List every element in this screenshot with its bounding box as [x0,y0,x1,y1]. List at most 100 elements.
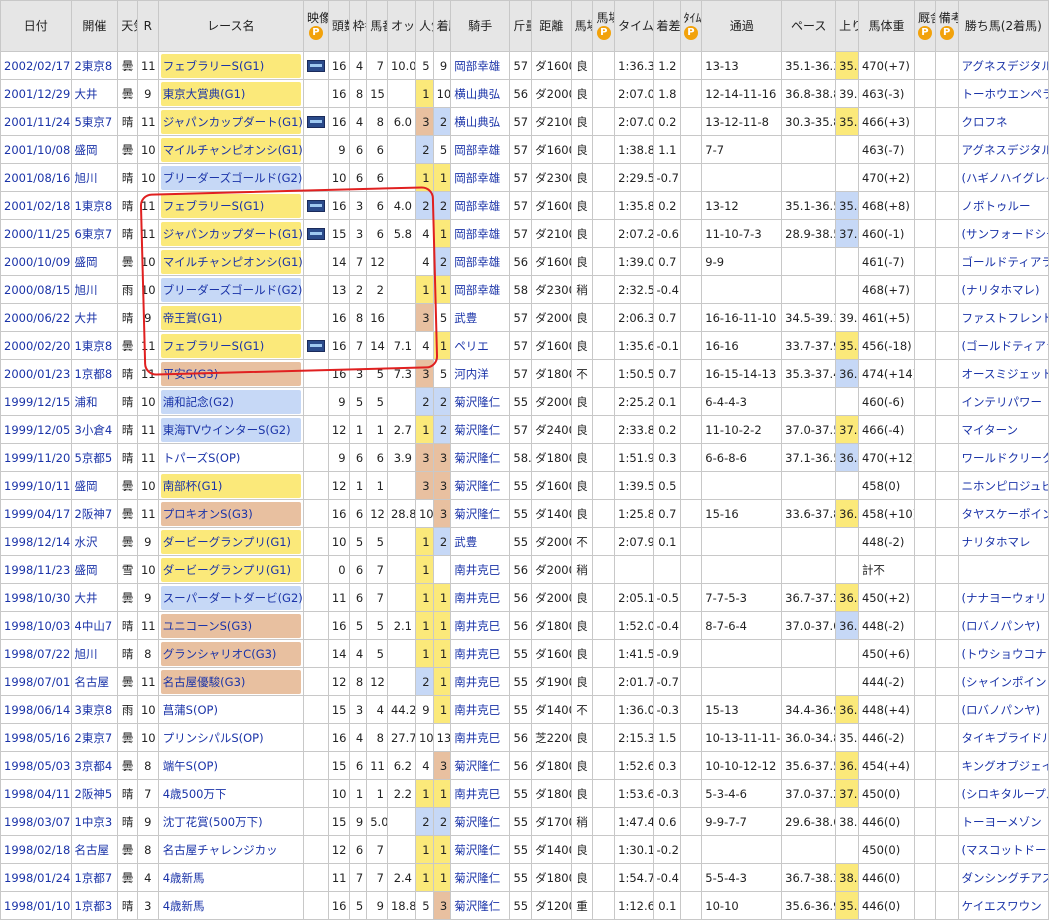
header-popularity[interactable]: 人気 [414,0,434,52]
header-race-name[interactable]: レース名 [157,0,304,52]
race-name-link[interactable]: フェブラリーS(G1) [160,53,301,78]
race-name-link[interactable]: グランシャリオC(G3) [160,641,301,666]
date-link[interactable]: 1998/07/22 [0,639,72,668]
header-passing[interactable]: 通過 [701,0,783,52]
header-odds[interactable]: オッズ [386,0,416,52]
header-venue[interactable]: 開催 [70,0,119,52]
venue-link[interactable]: 2東京7 [70,723,119,752]
header-comment[interactable]: 厩舎ｺﾒﾝﾄP [913,0,936,52]
winner-link[interactable]: ワールドクリーク [957,443,1049,472]
venue-link[interactable]: 1中京3 [70,807,119,836]
date-link[interactable]: 1999/12/05 [0,415,72,444]
header-winner[interactable]: 勝ち馬(2着馬) [957,0,1049,52]
jockey-link[interactable]: 南井克巳 [450,555,511,584]
date-link[interactable]: 1998/02/18 [0,835,72,864]
race-name-link[interactable]: 4歳500万下 [161,782,301,806]
header-weight-carried[interactable]: 斤量 [509,0,533,52]
venue-link[interactable]: 大井 [70,583,119,612]
header-pace[interactable]: ペース [781,0,837,52]
header-date[interactable]: 日付 [0,0,72,52]
winner-link[interactable]: ゴールドティアラ [957,247,1049,276]
jockey-link[interactable]: 菊沢隆仁 [450,891,511,920]
jockey-link[interactable]: 南井克巳 [450,779,511,808]
header-weather[interactable]: 天気 [117,0,138,52]
jockey-link[interactable]: 南井克巳 [450,639,511,668]
date-link[interactable]: 1998/10/30 [0,583,72,612]
winner-link[interactable]: ダンシングチアズ [957,863,1049,892]
winner-link[interactable]: アグネスデジタル [957,135,1049,164]
winner-link[interactable]: アグネスデジタル [957,51,1049,80]
race-name-link[interactable]: プリンシパルS(OP) [161,726,301,750]
winner-link[interactable]: タヤスケーポイント [957,499,1049,528]
header-body-weight[interactable]: 馬体重 [857,0,915,52]
jockey-link[interactable]: 南井克巳 [450,667,511,696]
winner-link[interactable]: タイキブライドル [957,723,1049,752]
winner-link[interactable]: ケイエスワウン [957,891,1049,920]
venue-link[interactable]: 浦和 [70,387,119,416]
winner-link[interactable]: ニホンピロジュピタ [957,471,1049,500]
jockey-link[interactable]: 岡部幸雄 [450,191,511,220]
date-link[interactable]: 2000/01/23 [0,359,72,388]
jockey-link[interactable]: 菊沢隆仁 [450,387,511,416]
jockey-link[interactable]: 菊沢隆仁 [450,415,511,444]
winner-link[interactable]: (サンフォードシチー) [957,219,1049,248]
winner-link[interactable]: クロフネ [957,107,1049,136]
winner-link[interactable]: (シャインポイント) [957,667,1049,696]
date-link[interactable]: 1998/05/03 [0,751,72,780]
winner-link[interactable]: マイターン [957,415,1049,444]
jockey-link[interactable]: ペリエ [450,331,511,360]
jockey-link[interactable]: 岡部幸雄 [450,247,511,276]
date-link[interactable]: 2000/10/09 [0,247,72,276]
date-link[interactable]: 2002/02/17 [0,51,72,80]
venue-link[interactable]: 3京都4 [70,751,119,780]
jockey-link[interactable]: 南井克巳 [450,723,511,752]
date-link[interactable]: 1998/05/16 [0,723,72,752]
jockey-link[interactable]: 岡部幸雄 [450,51,511,80]
winner-link[interactable]: インテリパワー [957,387,1049,416]
date-link[interactable]: 2000/06/22 [0,303,72,332]
header-race-no[interactable]: R [136,0,159,52]
winner-link[interactable]: (シロキタループル) [957,779,1049,808]
date-link[interactable]: 1999/11/20 [0,443,72,472]
date-link[interactable]: 2001/08/16 [0,163,72,192]
date-link[interactable]: 1998/01/10 [0,891,72,920]
race-name-link[interactable]: フェブラリーS(G1) [160,333,301,358]
race-name-link[interactable]: ユニコーンS(G3) [160,613,301,638]
jockey-link[interactable]: 南井克巳 [450,611,511,640]
jockey-link[interactable]: 横山典弘 [450,107,511,136]
jockey-link[interactable]: 菊沢隆仁 [450,443,511,472]
race-name-link[interactable]: 帝王賞(G1) [160,305,301,330]
date-link[interactable]: 1999/12/15 [0,387,72,416]
venue-link[interactable]: 旭川 [70,639,119,668]
venue-link[interactable]: 1京都7 [70,863,119,892]
race-name-link[interactable]: 東海TVウインターS(G2) [160,417,301,442]
race-name-link[interactable]: ブリーダーズゴールド(G2) [160,165,302,190]
race-name-link[interactable]: ダービーグランプリ(G1) [160,557,301,582]
jockey-link[interactable]: 菊沢隆仁 [450,807,511,836]
jockey-link[interactable]: 菊沢隆仁 [450,835,511,864]
winner-link[interactable]: トーホウエンペラー [957,79,1049,108]
date-link[interactable]: 1998/12/14 [0,527,72,556]
venue-link[interactable]: 1東京8 [70,191,119,220]
venue-link[interactable]: 旭川 [70,163,119,192]
race-name-link[interactable]: トパーズS(OP) [161,446,301,470]
winner-link[interactable]: (マスコットドーター) [957,835,1049,864]
race-name-link[interactable]: ジャパンカップダート(G1) [160,109,302,134]
date-link[interactable]: 1999/10/11 [0,471,72,500]
race-name-link[interactable]: 名古屋優駿(G3) [160,669,301,694]
date-link[interactable]: 1998/11/23 [0,555,72,584]
venue-link[interactable]: 盛岡 [70,471,119,500]
date-link[interactable]: 1998/04/11 [0,779,72,808]
race-name-link[interactable]: フェブラリーS(G1) [160,193,301,218]
jockey-link[interactable]: 横山典弘 [450,79,511,108]
venue-link[interactable]: 名古屋 [70,667,119,696]
video-icon[interactable] [306,116,325,128]
header-remarks[interactable]: 備考P [934,0,959,52]
date-link[interactable]: 2000/08/15 [0,275,72,304]
race-name-link[interactable]: 4歳新馬 [161,894,301,918]
winner-link[interactable] [957,555,1049,584]
winner-link[interactable]: (ロバノパンヤ) [957,695,1049,724]
venue-link[interactable]: 5東京7 [70,107,119,136]
winner-link[interactable]: ファストフレンド [957,303,1049,332]
header-track[interactable]: 馬場 [570,0,594,52]
